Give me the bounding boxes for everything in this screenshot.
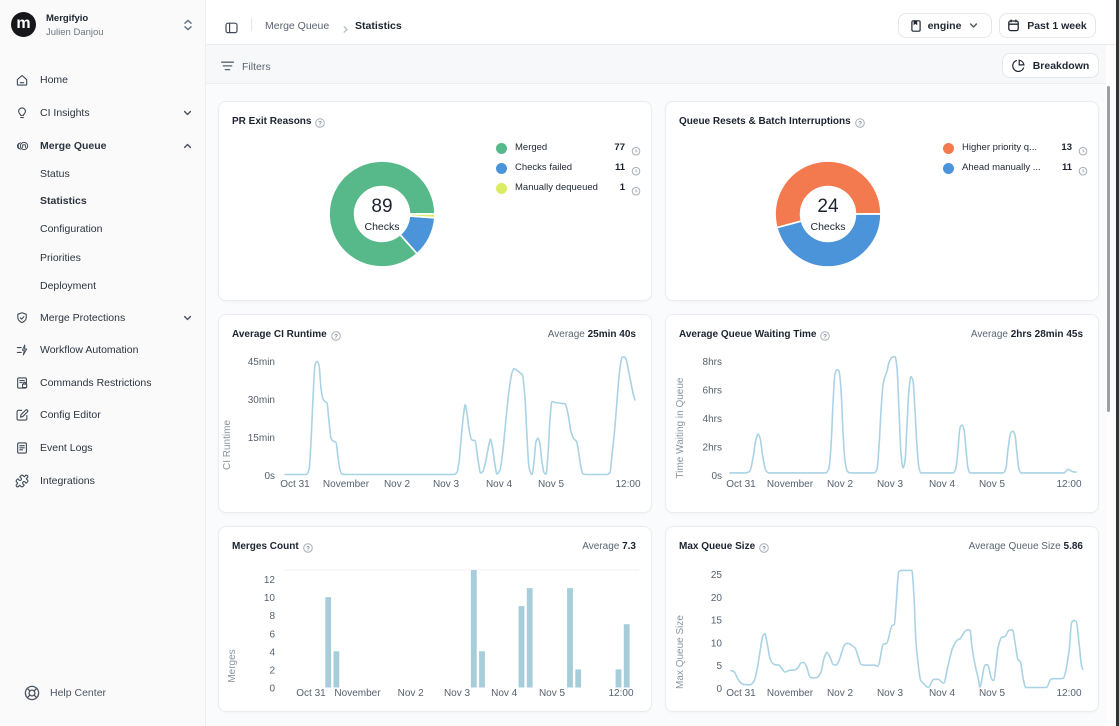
svg-text:12:00: 12:00 xyxy=(1056,688,1081,699)
svg-text:Nov 5: Nov 5 xyxy=(538,479,565,490)
svg-text:November: November xyxy=(767,688,814,699)
svg-text:12: 12 xyxy=(264,575,276,586)
svg-text:Nov 3: Nov 3 xyxy=(877,479,904,490)
svg-text:0: 0 xyxy=(716,684,722,695)
svg-text:45min: 45min xyxy=(248,357,275,368)
svg-text:Nov 4: Nov 4 xyxy=(929,688,956,699)
svg-text:Nov 4: Nov 4 xyxy=(486,479,513,490)
svg-text:Nov 4: Nov 4 xyxy=(929,479,956,490)
svg-text:2hrs: 2hrs xyxy=(703,443,722,454)
svg-text:20: 20 xyxy=(711,593,723,604)
svg-text:0s: 0s xyxy=(264,471,275,482)
svg-text:Nov 4: Nov 4 xyxy=(491,688,518,699)
svg-text:12:00: 12:00 xyxy=(608,688,633,699)
svg-text:Merges: Merges xyxy=(227,649,238,682)
svg-text:12:00: 12:00 xyxy=(615,479,640,490)
svg-text:Nov 3: Nov 3 xyxy=(433,479,460,490)
svg-text:Nov 2: Nov 2 xyxy=(827,688,854,699)
svg-text:25: 25 xyxy=(711,570,723,581)
svg-text:15min: 15min xyxy=(248,433,275,444)
svg-text:5: 5 xyxy=(716,661,722,672)
svg-text:November: November xyxy=(334,688,381,699)
svg-text:8: 8 xyxy=(269,611,275,622)
svg-text:Max Queue Size: Max Queue Size xyxy=(675,615,686,689)
svg-text:Nov 2: Nov 2 xyxy=(384,479,411,490)
svg-text:2: 2 xyxy=(269,666,275,677)
svg-text:0: 0 xyxy=(269,684,275,695)
svg-text:November: November xyxy=(767,479,814,490)
svg-text:Time Waiting in Queue: Time Waiting in Queue xyxy=(675,377,686,478)
svg-text:Oct 31: Oct 31 xyxy=(726,479,756,490)
svg-text:10: 10 xyxy=(264,593,276,604)
svg-text:Nov 5: Nov 5 xyxy=(979,479,1006,490)
svg-text:Nov 3: Nov 3 xyxy=(444,688,471,699)
svg-text:12:00: 12:00 xyxy=(1056,479,1081,490)
svg-text:Nov 2: Nov 2 xyxy=(827,479,854,490)
svg-text:November: November xyxy=(323,479,370,490)
svg-text:Oct 31: Oct 31 xyxy=(296,688,326,699)
svg-text:4hrs: 4hrs xyxy=(703,414,722,425)
svg-text:Nov 3: Nov 3 xyxy=(877,688,904,699)
svg-text:Nov 5: Nov 5 xyxy=(979,688,1006,699)
svg-text:Oct 31: Oct 31 xyxy=(280,479,310,490)
svg-text:4: 4 xyxy=(269,647,275,658)
svg-text:30min: 30min xyxy=(248,395,275,406)
svg-text:8hrs: 8hrs xyxy=(703,357,722,368)
svg-text:Nov 2: Nov 2 xyxy=(398,688,425,699)
svg-text:Nov 5: Nov 5 xyxy=(539,688,566,699)
svg-text:CI Runtime: CI Runtime xyxy=(222,420,233,470)
svg-text:Oct 31: Oct 31 xyxy=(726,688,756,699)
svg-text:6hrs: 6hrs xyxy=(703,386,722,397)
svg-text:15: 15 xyxy=(711,616,723,627)
svg-text:0s: 0s xyxy=(711,471,722,482)
svg-text:6: 6 xyxy=(269,629,275,640)
svg-text:10: 10 xyxy=(711,638,723,649)
